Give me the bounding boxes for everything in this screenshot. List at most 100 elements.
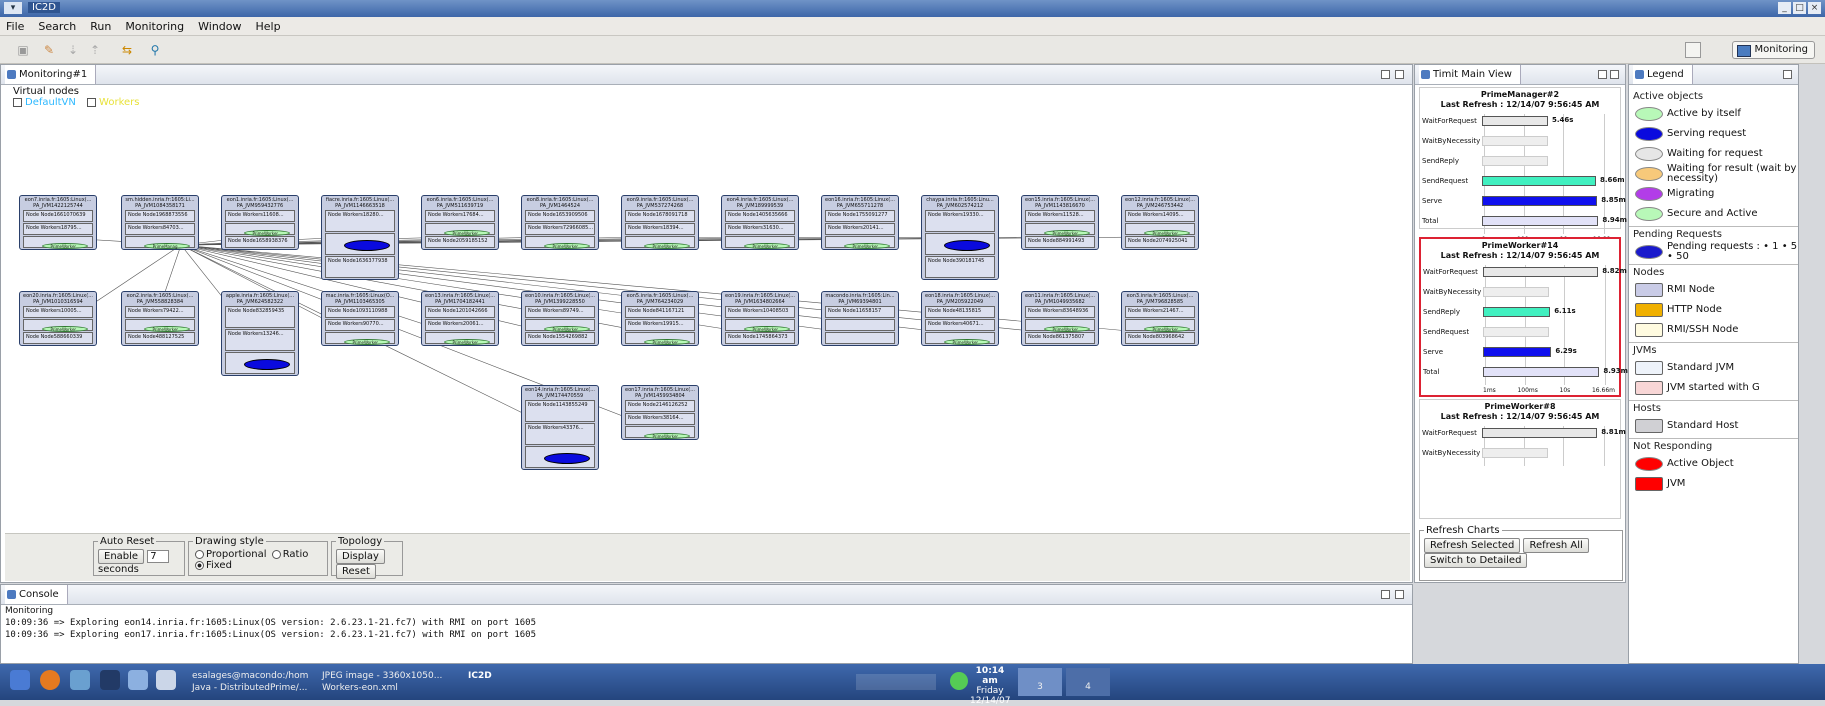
timit-chart[interactable]: PrimeWorker#14 Last Refresh : 12/14/07 9:… [1419, 237, 1628, 397]
host-box[interactable]: fiacre.inria.fr:1605:Linux(... PA_JVM1146… [321, 195, 399, 280]
editor-icon[interactable] [128, 670, 148, 690]
node-box[interactable]: Node Workers18795... [23, 223, 93, 235]
console-output[interactable]: Monitoring 10:09:36 => Exploring eon14.i… [5, 605, 536, 641]
node-box[interactable]: Node Workers40671... [925, 319, 995, 331]
radio-ratio[interactable]: Ratio [270, 549, 308, 560]
maximize-view-icon[interactable] [1395, 70, 1404, 79]
switch-to-detailed-button[interactable]: Switch to Detailed [1424, 553, 1528, 568]
host-box[interactable]: macondo.inria.fr:1605:Lin... PA_JVM693948… [821, 291, 899, 346]
node-box[interactable]: Node Workers72966085... [525, 223, 595, 235]
node-box[interactable]: PrimeWorker... [325, 332, 395, 345]
node-box[interactable]: PrimeWorker... [125, 319, 195, 332]
node-box[interactable]: PrimeWorker... [625, 236, 695, 249]
timit-minimize-icon[interactable] [1598, 70, 1607, 79]
host-box[interactable]: eon4.inria.fr:1605:Linux(... PA_JVM189999… [721, 195, 799, 250]
node-box[interactable]: PrimeWorker... [23, 236, 93, 249]
host-box[interactable]: eon2.inria.fr:1605:Linux(... PA_JVM558828… [121, 291, 199, 346]
node-box[interactable]: Node Workers79422... [125, 306, 195, 318]
desktop-pager-3[interactable]: 3 [1018, 668, 1062, 696]
node-box[interactable]: PrimeWorker... [625, 332, 695, 345]
refresh-selected-button[interactable]: Refresh Selected [1424, 538, 1521, 553]
node-box[interactable] [925, 233, 995, 255]
node-box[interactable]: Node Workers14095... [1125, 210, 1195, 222]
host-box[interactable]: eon20.inria.fr:1605:Linux(... PA_JVM10103… [19, 291, 97, 346]
desktop-pager-4[interactable]: 4 [1066, 668, 1110, 696]
back-icon[interactable]: ⇆ [118, 42, 136, 58]
node-box[interactable]: PrimeWorker... [1025, 319, 1095, 332]
node-box[interactable]: Node Node1661070639 [23, 210, 93, 222]
node-box[interactable]: Node Workers13246... [225, 329, 295, 351]
host-box[interactable]: eon9.inria.fr:1605:Linux(... PA_JVM537274… [621, 195, 699, 250]
node-box[interactable]: Node Workers84703... [125, 223, 195, 235]
node-box[interactable]: PrimeManag... [125, 236, 195, 249]
node-box[interactable]: Node Node588660339 [23, 332, 93, 344]
node-box[interactable]: PrimeWorker... [525, 236, 595, 249]
radio-fixed[interactable]: Fixed [193, 560, 232, 571]
node-box[interactable]: Node Workers19330... [925, 210, 995, 232]
host-box[interactable]: eon13.inria.fr:1605:Linux(... PA_JVM17041… [421, 291, 499, 346]
node-box[interactable]: Node Workers17684... [425, 210, 495, 222]
node-box[interactable]: Node Node884991493 [1025, 236, 1095, 248]
tab-monitoring[interactable]: Monitoring#1 [5, 65, 97, 84]
node-box[interactable]: Node Workers10408503 [725, 306, 795, 318]
node-box[interactable]: Node Node2146126252 [625, 400, 695, 412]
node-box[interactable]: PrimeWorker... [23, 319, 93, 332]
node-box[interactable]: PrimeWorker... [1025, 223, 1095, 236]
window-menu-icon[interactable]: ▾ [4, 2, 22, 14]
timit-chart[interactable]: PrimeManager#2 Last Refresh : 12/14/07 9:… [1419, 87, 1627, 243]
menu-monitoring[interactable]: Monitoring [125, 20, 184, 33]
node-box[interactable] [525, 446, 595, 468]
node-box[interactable]: Node Workers18280... [325, 210, 395, 232]
next-annotation-icon[interactable]: ⇣ [64, 42, 82, 58]
host-box[interactable]: eon18.inria.fr:1605:Linux(... PA_JVM20592… [921, 291, 999, 346]
serving-active-object[interactable] [544, 453, 590, 464]
node-box[interactable]: PrimeWorker... [225, 223, 295, 236]
open-perspective-icon[interactable] [1685, 42, 1701, 58]
maximize-icon[interactable]: □ [1793, 2, 1806, 14]
node-box[interactable]: PrimeWorker... [825, 236, 895, 249]
save-icon[interactable]: ▣ [14, 42, 32, 58]
minimize-icon[interactable]: _ [1778, 2, 1791, 14]
refresh-all-button[interactable]: Refresh All [1523, 538, 1589, 553]
host-box[interactable]: eon15.inria.fr:1605:Linux(... PA_JVM11438… [1021, 195, 1099, 250]
console-maximize-icon[interactable] [1395, 590, 1404, 599]
node-box[interactable]: Node Workers20141... [825, 223, 895, 235]
node-box[interactable]: Node Node1201042666 [425, 306, 495, 318]
node-box[interactable] [225, 352, 295, 374]
prev-annotation-icon[interactable]: ⇡ [86, 42, 104, 58]
node-box[interactable]: PrimeWorker... [725, 319, 795, 332]
node-box[interactable]: PrimeWorker... [1125, 223, 1195, 236]
node-box[interactable]: Node Node1554269882 [525, 332, 595, 344]
close-icon[interactable]: × [1808, 2, 1821, 14]
node-box[interactable]: Node Node1678091718 [625, 210, 695, 222]
reset-seconds-spinner[interactable]: 7 [147, 550, 170, 563]
node-box[interactable]: PrimeWorker... [725, 236, 795, 249]
node-box[interactable]: Node Workers83648936 [1025, 306, 1095, 318]
host-box[interactable]: eon5.inria.fr:1605:Linux(... PA_JVM764234… [621, 291, 699, 346]
task-terminal[interactable]: esalages@macondo:/hom Java - DistributedP… [188, 668, 312, 696]
perspective-monitoring[interactable]: Monitoring [1731, 41, 1815, 59]
host-box[interactable]: eon3.inria.fr:1605:Linux(... PA_JVM796828… [1121, 291, 1199, 346]
console-minimize-icon[interactable] [1381, 590, 1390, 599]
node-box[interactable]: Node Workers31630... [725, 223, 795, 235]
host-box[interactable]: eon14.inria.fr:1605:Linux(... PA_JVM17447… [521, 385, 599, 470]
node-box[interactable] [825, 332, 895, 344]
node-box[interactable]: Node Node1755091277 [825, 210, 895, 222]
reset-button[interactable]: Reset [336, 564, 376, 579]
clock[interactable]: 10:14 am Friday 12/14/07 [970, 666, 1010, 706]
node-box[interactable]: PrimeWorker... [625, 426, 695, 439]
node-box[interactable]: Node Node861375807 [1025, 332, 1095, 344]
display-button[interactable]: Display [336, 549, 385, 564]
node-box[interactable]: Node Node1636377938 [325, 256, 395, 278]
serving-active-object[interactable] [944, 240, 990, 251]
legend-maximize-icon[interactable] [1783, 70, 1792, 79]
task-ic2d[interactable]: IC2D [464, 668, 496, 696]
host-box[interactable]: eon7.inria.fr:1605:Linux(... PA_JVM142212… [19, 195, 97, 250]
host-box[interactable]: eon10.inria.fr:1605:Linux(... PA_JVM13992… [521, 291, 599, 346]
radio-proportional[interactable]: Proportional [193, 549, 267, 560]
search-icon[interactable]: ⚲ [146, 42, 164, 58]
minimize-view-icon[interactable] [1381, 70, 1390, 79]
node-box[interactable]: Node Workers18394... [625, 223, 695, 235]
node-box[interactable]: Node Node1658938376 [225, 236, 295, 248]
node-box[interactable]: Node Node1968873556 [125, 210, 195, 222]
